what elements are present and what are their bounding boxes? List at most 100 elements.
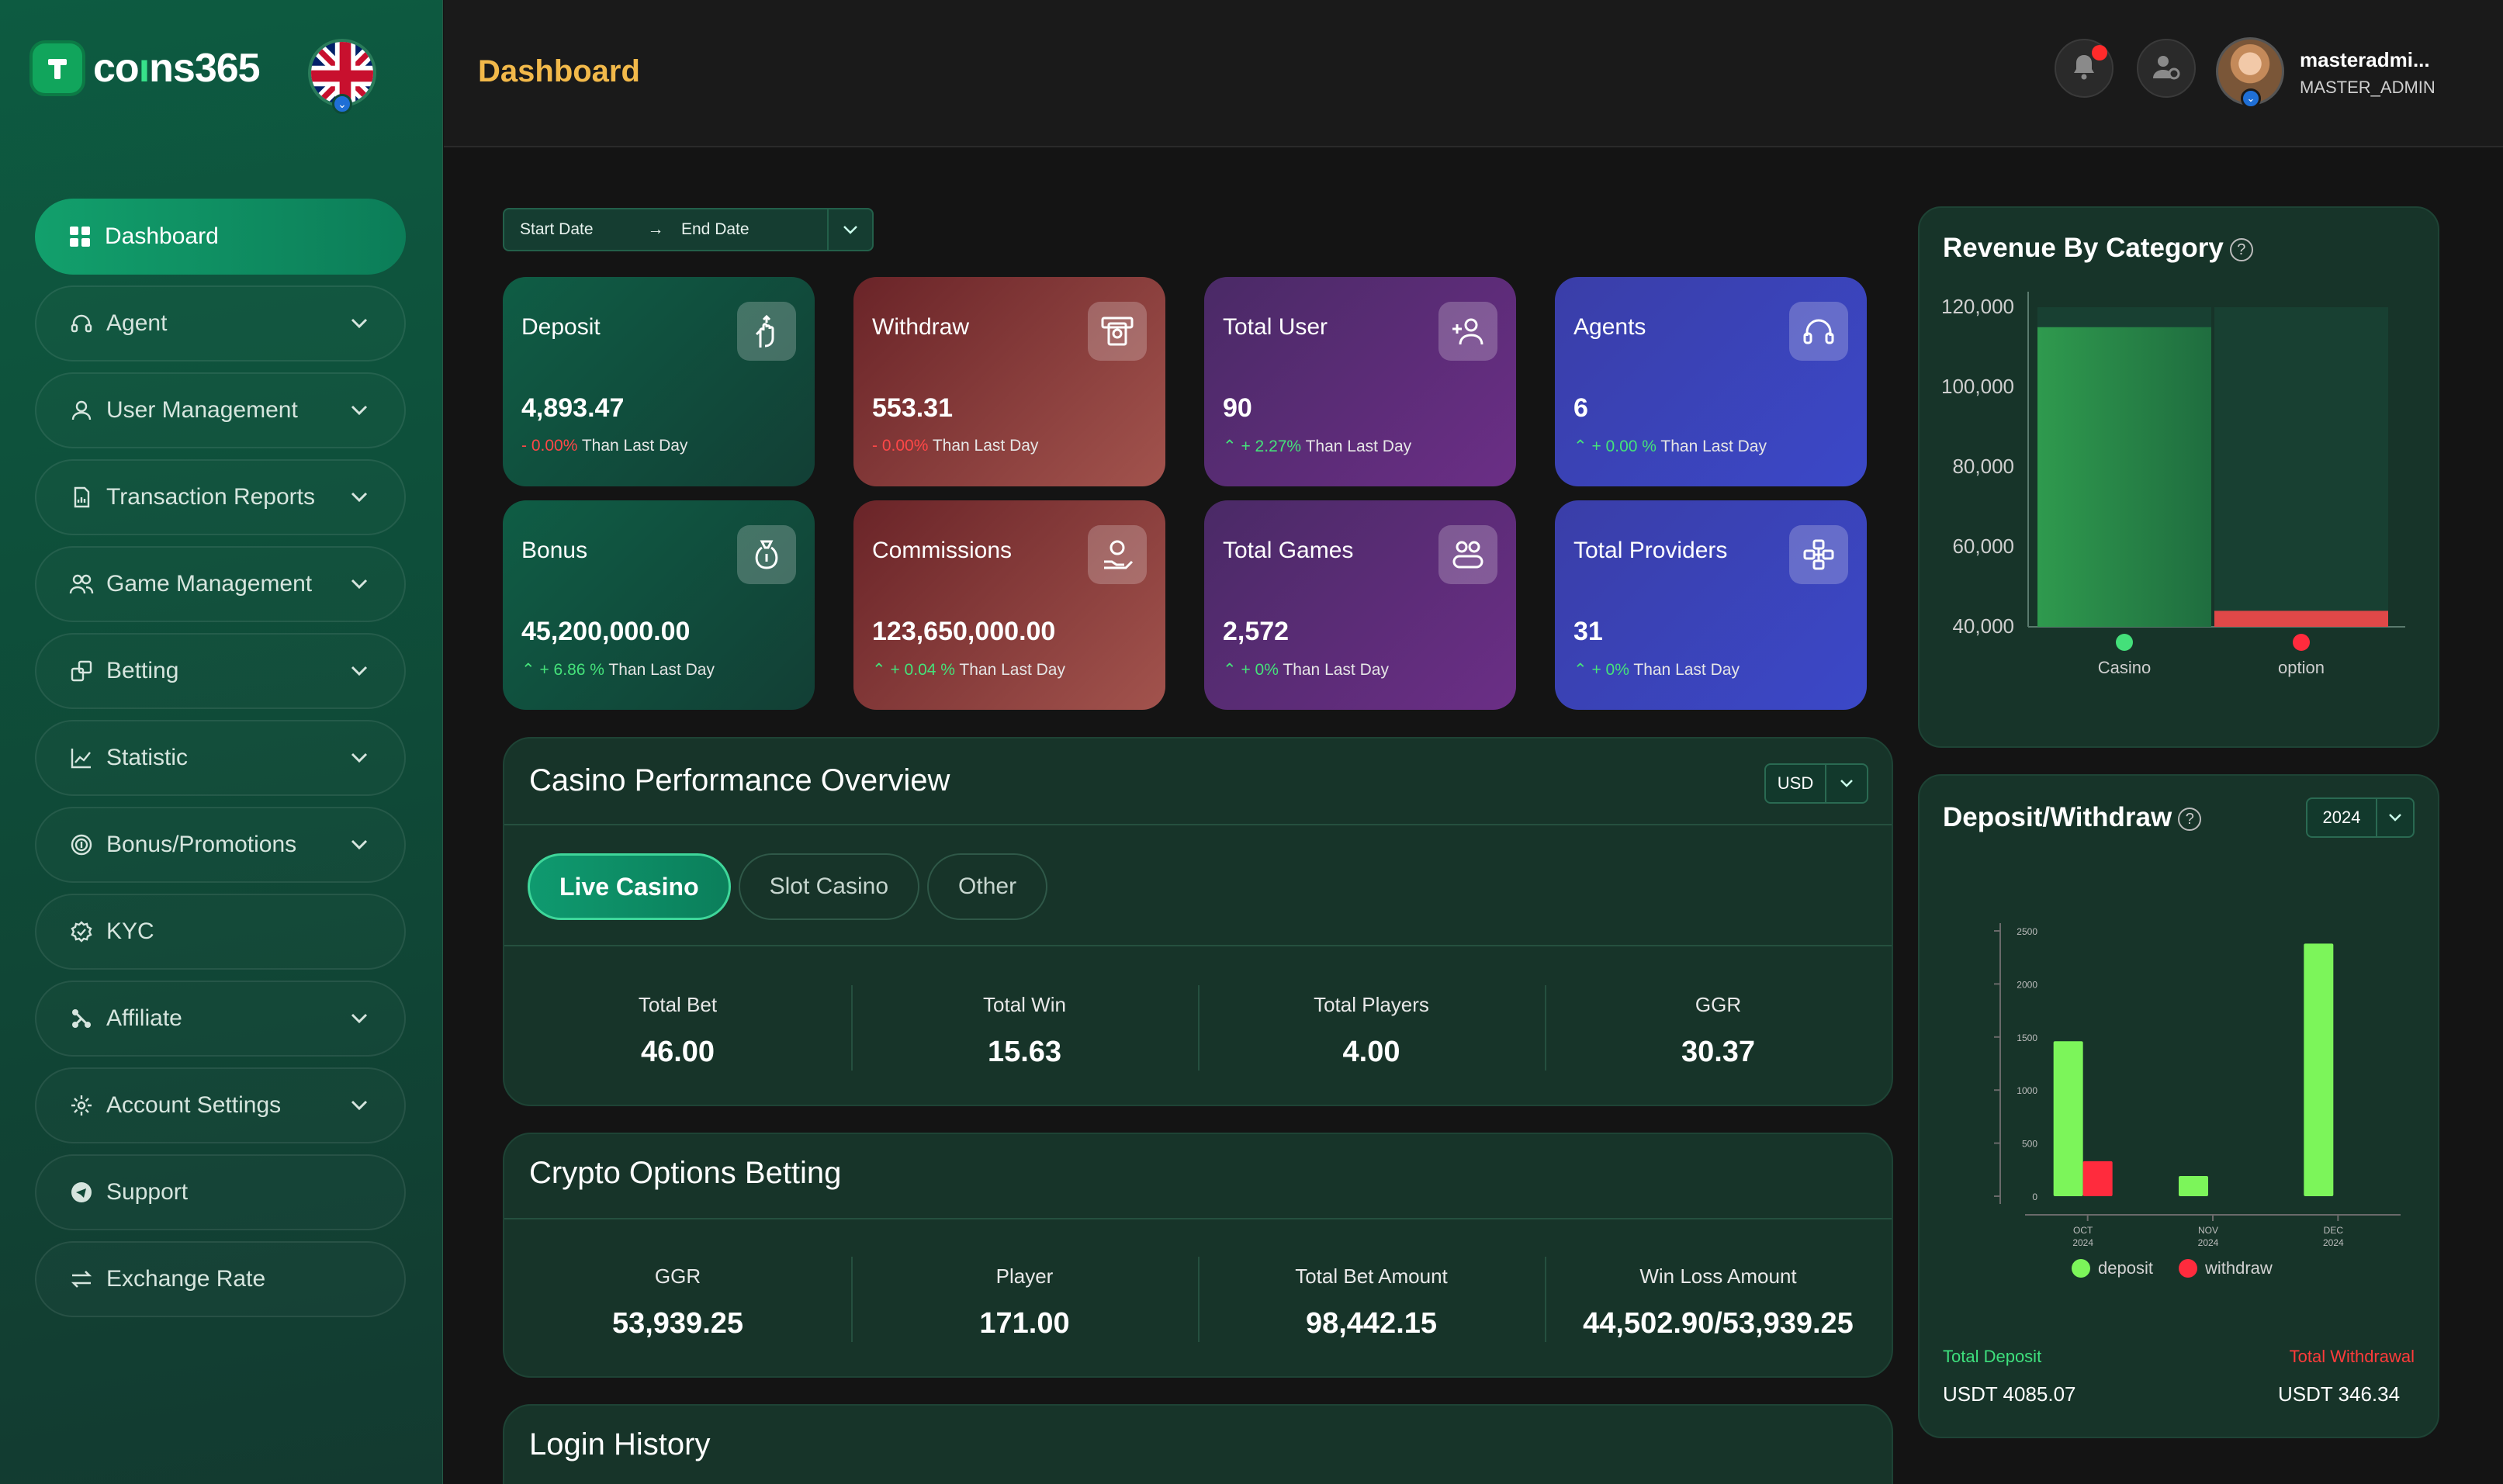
total-games-card[interactable]: Total Games 2,572 ⌃ + 0% Than Last Day (1204, 500, 1516, 710)
start-date-input[interactable]: Start Date (520, 220, 636, 239)
change-percent: - 0.00% (872, 437, 929, 455)
language-dropdown-icon[interactable]: ⌄ (332, 94, 352, 114)
total-user-card[interactable]: Total User 90 ⌃ + 2.27% Than Last Day (1204, 277, 1516, 486)
change-percent: + 0% (1241, 661, 1279, 679)
legend-dot (2072, 1259, 2090, 1278)
tab-other[interactable]: Other (927, 853, 1048, 920)
stat-value: 53,939.25 (611, 1307, 744, 1340)
sidebar-item-label: Betting (106, 658, 179, 683)
sidebar-item-agent[interactable]: Agent (35, 285, 406, 361)
change-percent: + 0.04 % (890, 661, 955, 679)
sidebar-item-game-management[interactable]: Game Management (35, 546, 406, 622)
sidebar-item-betting[interactable]: Betting (35, 633, 406, 709)
change-arrow: ⌃ (1223, 661, 1237, 679)
deposit-card[interactable]: Deposit 4,893.47 - 0.00% Than Last Day (503, 277, 815, 486)
bonus-card[interactable]: Bonus 45,200,000.00 ⌃ + 6.86 % Than Last… (503, 500, 815, 710)
stat-value: 46.00 (640, 1036, 715, 1068)
chevron-down-icon (345, 657, 373, 685)
sidebar-nav: Dashboard Agent User Management Transact… (35, 199, 406, 1328)
stat-win-loss-amount: Win Loss Amount 44,502.90/53,939.25 (1545, 1257, 1892, 1342)
notification-badge (2092, 45, 2107, 61)
card-value: 45,200,000.00 (521, 617, 691, 646)
stat-value: 30.37 (1681, 1036, 1756, 1068)
sidebar-item-user-management[interactable]: User Management (35, 372, 406, 448)
settings-icon (68, 1091, 95, 1119)
legend-withdraw[interactable]: withdraw (2179, 1258, 2273, 1278)
chevron-down-icon (345, 570, 373, 598)
card-title: Total Providers (1573, 538, 1728, 563)
sidebar-item-dashboard[interactable]: Dashboard (35, 199, 406, 275)
logo-icon (33, 43, 82, 93)
stat-label: Win Loss Amount (1639, 1264, 1797, 1288)
sidebar-item-transaction-reports[interactable]: Transaction Reports (35, 459, 406, 535)
sidebar-item-label: Support (106, 1179, 189, 1205)
sidebar-item-bonus-promotions[interactable]: Bonus/Promotions (35, 807, 406, 883)
users-icon (68, 570, 95, 598)
card-value: 2,572 (1223, 617, 1290, 646)
card-change: - 0.00% Than Last Day (872, 437, 1038, 455)
brand-logo[interactable]: coıns365 (33, 43, 261, 93)
currency-select[interactable]: USD (1764, 763, 1868, 804)
stat-value: 4.00 (1342, 1036, 1400, 1068)
hand-coin-icon (737, 302, 796, 361)
change-percent: + 0.00 % (1591, 438, 1657, 455)
headset-icon (68, 310, 95, 337)
chevron-down-icon (1826, 779, 1867, 788)
agents-card[interactable]: Agents 6 ⌃ + 0.00 % Than Last Day (1555, 277, 1867, 486)
change-suffix: Than Last Day (959, 661, 1065, 679)
sidebar-item-statistic[interactable]: Statistic (35, 720, 406, 796)
chevron-down-icon (345, 483, 373, 511)
stat-value: 98,442.15 (1305, 1307, 1438, 1340)
tab-live-casino[interactable]: Live Casino (528, 853, 731, 920)
page-title: Dashboard (478, 54, 640, 88)
help-icon[interactable]: ? (2229, 237, 2253, 261)
sidebar-item-support[interactable]: Support (35, 1154, 406, 1230)
card-change: ⌃ + 0% Than Last Day (1573, 660, 1740, 680)
card-value: 31 (1573, 617, 1603, 646)
sidebar-item-affiliate[interactable]: Affiliate (35, 981, 406, 1057)
change-arrow: ⌃ (1573, 438, 1587, 455)
y-tick-label: 1500 (2017, 1033, 2037, 1043)
hand-money-icon (1088, 525, 1147, 584)
legend-deposit[interactable]: deposit (2072, 1258, 2153, 1278)
withdraw-card[interactable]: Withdraw 553.31 - 0.00% Than Last Day (853, 277, 1165, 486)
arrow-right-icon: → (647, 220, 664, 238)
casino-performance-panel: Casino Performance Overview USD Live Cas… (503, 737, 1893, 1106)
divider (504, 945, 1892, 946)
card-title: Withdraw (872, 314, 970, 340)
sidebar-item-label: User Management (106, 397, 298, 423)
casino-stats: Total Bet 46.00 Total Win 15.63 Total Play… (504, 985, 1892, 1071)
change-percent: + 6.86 % (539, 661, 604, 679)
chevron-down-icon[interactable] (827, 209, 872, 250)
bar-deposit (2304, 943, 2334, 1196)
date-range-picker[interactable]: Start Date → End Date (503, 208, 874, 251)
panel-title: Login History (529, 1427, 711, 1462)
year-select[interactable]: 2024 (2306, 797, 2415, 838)
notifications-button[interactable] (2055, 39, 2114, 98)
sidebar-item-kyc[interactable]: KYC (35, 894, 406, 970)
y-tick-label: 60,000 (1952, 534, 2014, 558)
sidebar-item-label: Bonus/Promotions (106, 832, 297, 857)
sidebar-item-exchange-rate[interactable]: Exchange Rate (35, 1241, 406, 1317)
stat-total-players: Total Players 4.00 (1198, 985, 1545, 1071)
stat-total-win: Total Win 15.63 (851, 985, 1198, 1071)
sidebar-item-account-settings[interactable]: Account Settings (35, 1067, 406, 1143)
tab-slot-casino[interactable]: Slot Casino (738, 853, 920, 920)
user-name[interactable]: masteradmi... (2300, 48, 2430, 72)
end-date-input[interactable]: End Date (681, 220, 798, 239)
bar-background (2214, 307, 2388, 627)
change-arrow: ⌃ (872, 661, 886, 679)
stat-label: Total Players (1314, 993, 1429, 1016)
card-change: ⌃ + 2.27% Than Last Day (1223, 437, 1411, 456)
commissions-card[interactable]: Commissions 123,650,000.00 ⌃ + 0.04 % Th… (853, 500, 1165, 710)
card-title: Commissions (872, 538, 1013, 563)
stat-value: 44,502.90/53,939.25 (1583, 1307, 1854, 1340)
total-providers-card[interactable]: Total Providers 31 ⌃ + 0% Than Last Day (1555, 500, 1867, 710)
user-settings-button[interactable] (2137, 39, 2196, 98)
card-change: ⌃ + 0.04 % Than Last Day (872, 660, 1065, 680)
x-tick-label: Casino (2098, 658, 2151, 677)
x-tick-label: DEC (2324, 1225, 2344, 1236)
help-icon[interactable]: ? (2178, 807, 2202, 831)
card-value: 4,893.47 (521, 393, 625, 423)
x-tick-label: OCT (2073, 1225, 2093, 1236)
